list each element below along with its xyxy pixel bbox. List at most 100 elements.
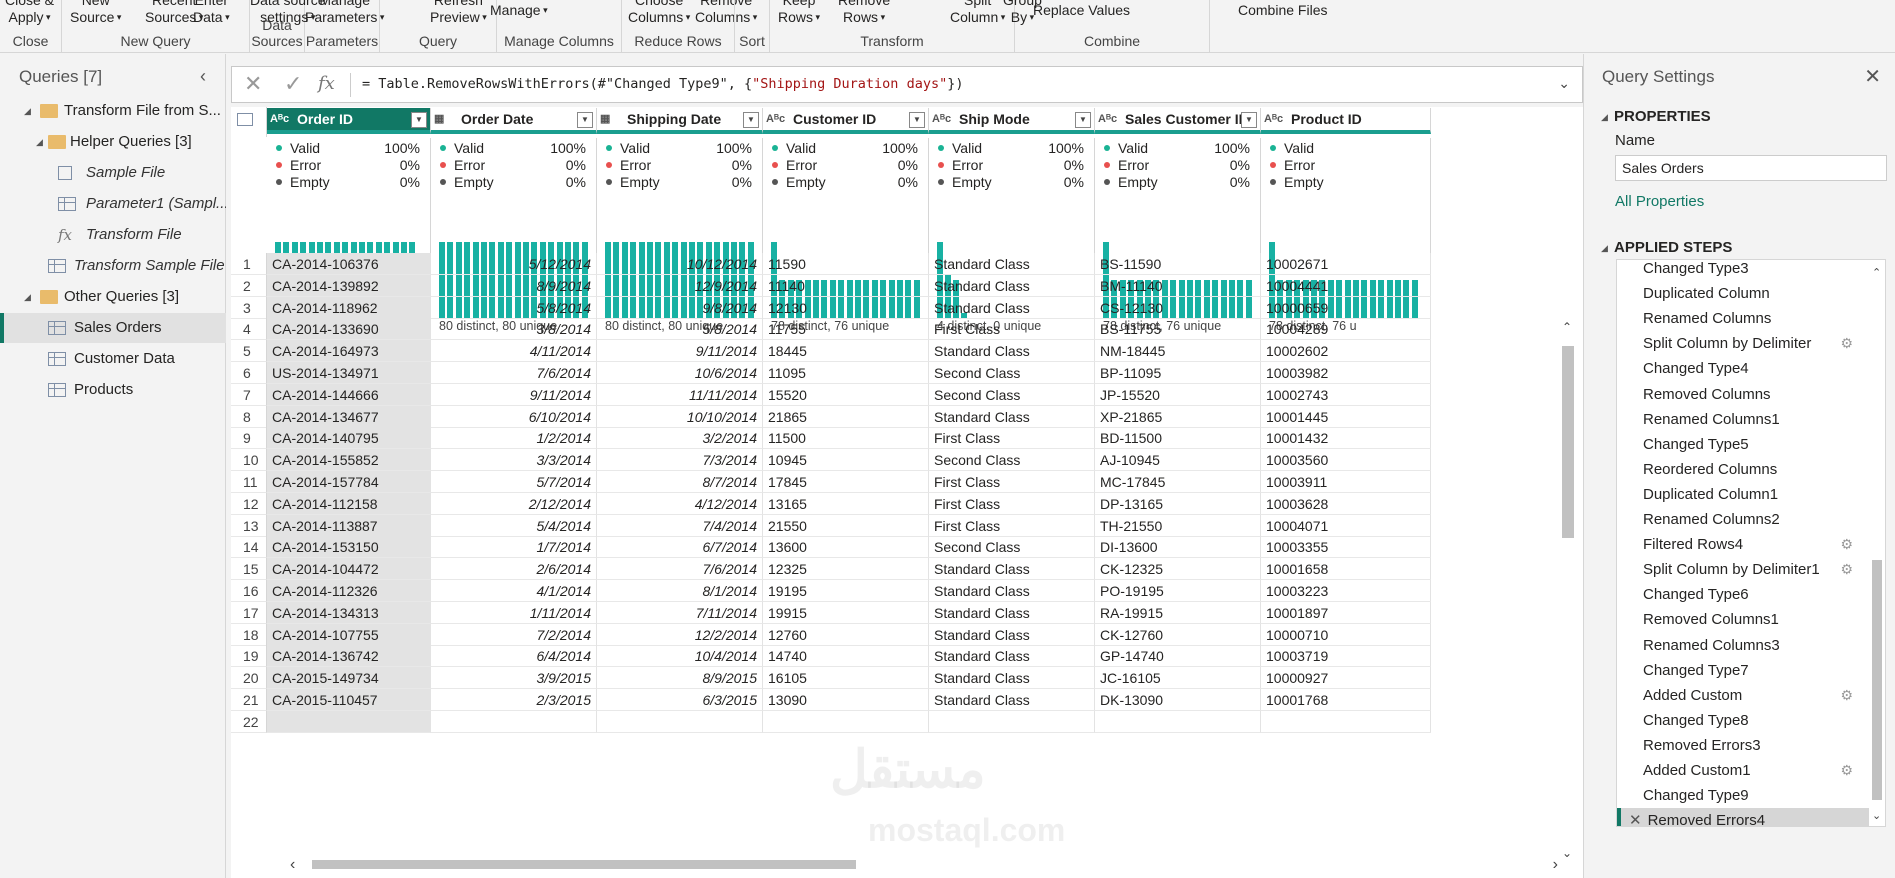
applied-step-changed-type9[interactable]: Changed Type9 (1617, 783, 1869, 808)
applied-step-changed-type6[interactable]: Changed Type6 (1617, 582, 1869, 607)
applied-step-added-custom[interactable]: Added Custom ⚙ (1617, 683, 1869, 708)
column-filter-icon[interactable]: ▼ (1075, 112, 1091, 128)
table-cell[interactable]: 10003355 (1261, 536, 1431, 559)
table-cell[interactable]: 10/4/2014 (597, 645, 763, 668)
column-header-ship-mode[interactable]: Aᴮc Ship Mode ▼ (929, 108, 1095, 134)
steps-scroll-thumb[interactable] (1872, 560, 1882, 800)
table-cell[interactable]: 10000710 (1261, 623, 1431, 646)
table-cell[interactable]: 10000659 (1261, 296, 1431, 319)
applied-step-removed-columns[interactable]: Removed Columns (1617, 382, 1869, 407)
table-cell[interactable]: 16105 (763, 667, 929, 690)
column-header-customer-id[interactable]: Aᴮc Customer ID ▼ (763, 108, 929, 134)
table-cell[interactable]: Standard Class (929, 405, 1095, 428)
table-cell[interactable]: CK-12760 (1095, 623, 1261, 646)
table-cell[interactable]: Standard Class (929, 558, 1095, 581)
ribbon-button-combine-files[interactable]: Combine Files (1238, 2, 1327, 19)
table-cell[interactable]: 10/12/2014 (597, 253, 763, 275)
table-cell[interactable]: 3/8/2014 (431, 318, 597, 341)
table-cell[interactable]: First Class (929, 427, 1095, 450)
table-cell[interactable]: Standard Class (929, 274, 1095, 297)
table-cell[interactable]: 10001432 (1261, 427, 1431, 450)
table-cell[interactable]: BD-11500 (1095, 427, 1261, 450)
table-cell[interactable]: CA-2014-134677 (267, 405, 431, 428)
table-cell[interactable]: CA-2014-164973 (267, 340, 431, 363)
table-cell[interactable]: 8/9/2015 (597, 667, 763, 690)
column-filter-icon[interactable]: ▼ (909, 112, 925, 128)
table-cell[interactable]: CA-2014-107755 (267, 623, 431, 646)
applied-step-removed-errors3[interactable]: Removed Errors3 (1617, 733, 1869, 758)
table-cell[interactable]: NM-18445 (1095, 340, 1261, 363)
table-cell[interactable]: CA-2014-106376 (267, 253, 431, 275)
ribbon-button-new-source[interactable]: New Source ▾ (70, 0, 121, 26)
table-cell[interactable]: BS-11755 (1095, 318, 1261, 341)
applied-step-duplicated-column1[interactable]: Duplicated Column1 (1617, 482, 1869, 507)
applied-step-removed-columns1[interactable]: Removed Columns1 (1617, 607, 1869, 632)
table-cell[interactable] (1261, 710, 1431, 733)
column-filter-icon[interactable]: ▼ (1241, 112, 1257, 128)
ribbon-button-manage-parameters[interactable]: Manage Parameters ▾ (305, 0, 384, 26)
table-cell[interactable] (1095, 710, 1261, 733)
table-cell[interactable]: Standard Class (929, 580, 1095, 602)
applied-step-renamed-columns[interactable]: Renamed Columns (1617, 306, 1869, 331)
table-cell[interactable]: Standard Class (929, 667, 1095, 690)
table-cell[interactable]: CA-2014-155852 (267, 449, 431, 472)
scroll-up-icon[interactable]: ⌃ (1562, 320, 1572, 334)
table-cell[interactable]: 6/3/2015 (597, 689, 763, 711)
table-cell[interactable]: 7/11/2014 (597, 601, 763, 624)
scroll-down-icon[interactable]: ⌄ (1562, 846, 1572, 860)
table-cell[interactable]: 10003560 (1261, 449, 1431, 472)
query-item-transform-sample-file[interactable]: Transform Sample File (0, 251, 226, 281)
cancel-formula-icon[interactable]: ✕ (244, 71, 262, 97)
query-item-customer-data[interactable]: Customer Data (0, 344, 226, 374)
table-cell[interactable]: 3/9/2015 (431, 667, 597, 690)
table-cell[interactable]: PO-19195 (1095, 580, 1261, 602)
scroll-right-icon[interactable]: › (1553, 856, 1558, 874)
table-cell[interactable]: 8/7/2014 (597, 471, 763, 493)
gear-icon[interactable]: ⚙ (1840, 758, 1853, 783)
properties-caret-icon[interactable]: ◢ (1601, 112, 1608, 123)
row-number[interactable]: 6 (231, 362, 267, 384)
table-cell[interactable]: CA-2015-149734 (267, 667, 431, 690)
table-cell[interactable]: GP-14740 (1095, 645, 1261, 668)
applied-step-added-custom1[interactable]: Added Custom1 ⚙ (1617, 758, 1869, 783)
table-cell[interactable]: 5/12/2014 (431, 253, 597, 275)
table-cell[interactable]: Standard Class (929, 689, 1095, 711)
query-item-sales-orders[interactable]: Sales Orders (0, 313, 226, 343)
table-cell[interactable]: 8/1/2014 (597, 580, 763, 602)
table-cell[interactable]: 12325 (763, 558, 929, 581)
table-cell[interactable]: CA-2014-153150 (267, 536, 431, 559)
applied-step-renamed-columns1[interactable]: Renamed Columns1 (1617, 407, 1869, 432)
ribbon-button-enter-data[interactable]: Enter Data ▾ (193, 0, 230, 26)
table-cell[interactable]: 10003719 (1261, 645, 1431, 668)
table-cell[interactable]: 10004071 (1261, 514, 1431, 537)
table-cell[interactable]: 10001658 (1261, 558, 1431, 581)
fx-icon[interactable]: fx (318, 73, 335, 94)
gear-icon[interactable]: ⚙ (1840, 532, 1853, 557)
table-cell[interactable] (763, 710, 929, 733)
applied-step-changed-type8[interactable]: Changed Type8 (1617, 708, 1869, 733)
table-cell[interactable]: CA-2014-139892 (267, 274, 431, 297)
row-number[interactable]: 21 (231, 689, 267, 711)
table-cell[interactable]: CA-2014-104472 (267, 558, 431, 581)
steps-scrollbar[interactable]: ⌃ ⌄ (1869, 260, 1885, 826)
table-cell[interactable]: 10945 (763, 449, 929, 472)
query-item-products[interactable]: Products (0, 375, 226, 405)
row-number[interactable]: 16 (231, 580, 267, 602)
table-cell[interactable]: First Class (929, 471, 1095, 493)
applied-step-filtered-rows4[interactable]: Filtered Rows4 ⚙ (1617, 532, 1869, 557)
applied-step-removed-errors4[interactable]: ✕ Removed Errors4 (1617, 808, 1869, 826)
vertical-scrollbar[interactable]: ⌃ ⌄ (1560, 320, 1576, 860)
table-cell[interactable]: 6/7/2014 (597, 536, 763, 559)
table-cell[interactable]: 7/3/2014 (597, 449, 763, 472)
scroll-left-icon[interactable]: ‹ (290, 856, 295, 874)
text-type-icon[interactable]: Aᴮc (932, 108, 951, 130)
scroll-thumb[interactable] (1562, 346, 1574, 538)
text-type-icon[interactable]: Aᴮc (1098, 108, 1117, 130)
text-type-icon[interactable]: Aᴮc (766, 108, 785, 130)
table-cell[interactable]: Standard Class (929, 340, 1095, 363)
table-cell[interactable]: 5/8/2014 (431, 296, 597, 319)
table-cell[interactable]: XP-21865 (1095, 405, 1261, 428)
column-filter-icon[interactable]: ▼ (577, 112, 593, 128)
expand-formula-icon[interactable]: ⌄ (1558, 75, 1570, 92)
table-cell[interactable]: 11755 (763, 318, 929, 341)
